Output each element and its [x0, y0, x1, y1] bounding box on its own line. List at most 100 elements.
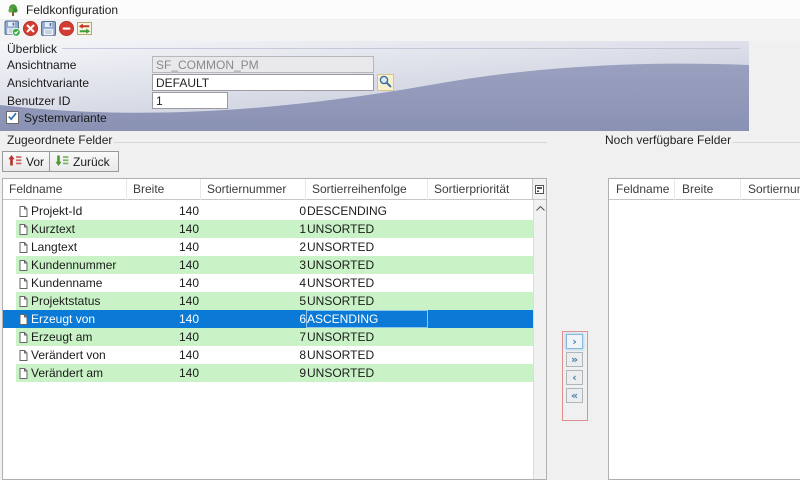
column-header[interactable]: Sortierpriorität: [428, 179, 534, 200]
overview-caption: Überblick: [7, 42, 57, 56]
cell-sortierprioritaet: [428, 364, 533, 382]
move-all-left-button[interactable]: «: [566, 388, 583, 403]
cell-sortiernummer: 0: [201, 202, 306, 220]
checkmark-icon: [7, 111, 18, 125]
feldname-text: Langtext: [31, 238, 77, 256]
assigned-table-body: Projekt-Id1400DESCENDINGKurztext1401UNSO…: [3, 202, 533, 479]
feldname-text: Erzeugt am: [31, 328, 92, 346]
move-left-button[interactable]: ‹: [566, 370, 583, 385]
cell-sortierreihenfolge: UNSORTED: [306, 328, 428, 346]
cell-sortierprioritaet: [428, 328, 533, 346]
save-button[interactable]: [39, 21, 57, 39]
table-row[interactable]: Projektstatus1405UNSORTED: [3, 292, 533, 310]
cell-sortierreihenfolge: DESCENDING: [306, 202, 428, 220]
feldname-text: Verändert von: [31, 346, 106, 364]
floppy-disk-icon: [40, 20, 57, 40]
assigned-caption: Zugeordnete Felder: [7, 133, 112, 147]
cell-sortierprioritaet: [428, 274, 533, 292]
feldname-text: Erzeugt von: [31, 310, 95, 328]
ansichtvariante-label: Ansichtvariante: [7, 76, 89, 90]
cell-sortierprioritaet: [428, 310, 533, 328]
cell-breite: 140: [127, 310, 201, 328]
column-header[interactable]: Feldname: [3, 179, 127, 200]
feldname-text: Projekt-Id: [31, 202, 82, 220]
groupbox-line: [62, 48, 740, 49]
table-row[interactable]: Verändert am1409UNSORTED: [3, 364, 533, 382]
chevron-up-icon: [536, 200, 545, 214]
move-right-button[interactable]: ›: [566, 334, 583, 349]
cell-sortiernummer: 6: [201, 310, 306, 328]
available-header: FeldnameBreiteSortiernummer: [609, 179, 800, 200]
vor-button[interactable]: Vor: [2, 151, 53, 172]
zurueck-button[interactable]: Zurück: [49, 151, 119, 172]
cell-sortiernummer: 3: [201, 256, 306, 274]
document-icon: [19, 260, 28, 271]
cell-breite: 140: [127, 238, 201, 256]
cell-sortierprioritaet: [428, 220, 533, 238]
table-row[interactable]: Kundennummer1403UNSORTED: [3, 256, 533, 274]
cell-sortiernummer: 4: [201, 274, 306, 292]
cell-sortiernummer: 5: [201, 292, 306, 310]
feldname-text: Projektstatus: [31, 292, 100, 310]
app-tree-icon: [6, 3, 20, 17]
column-header[interactable]: Feldname: [609, 179, 675, 200]
scroll-up-button[interactable]: [534, 200, 546, 214]
cell-breite: 140: [127, 202, 201, 220]
document-icon: [19, 278, 28, 289]
benutzer-id-label: Benutzer ID: [7, 94, 70, 108]
table-row[interactable]: Erzeugt am1407UNSORTED: [3, 328, 533, 346]
row-indicator: [3, 328, 16, 346]
transfer-button[interactable]: [75, 21, 93, 39]
window-title: Feldkonfiguration: [26, 3, 118, 17]
cell-sortierreihenfolge: UNSORTED: [306, 292, 428, 310]
benutzer-id-input[interactable]: [152, 92, 228, 109]
cell-feldname: Erzeugt am: [16, 328, 127, 346]
ansichtvariante-input[interactable]: [152, 74, 374, 91]
systemvariante-checkbox[interactable]: [6, 111, 19, 124]
table-row[interactable]: Kundenname1404UNSORTED: [3, 274, 533, 292]
grid-customize-button[interactable]: [532, 179, 546, 200]
column-header[interactable]: Sortiernummer: [201, 179, 306, 200]
table-row[interactable]: Verändert von1408UNSORTED: [3, 346, 533, 364]
cancel-button[interactable]: [21, 21, 39, 39]
ansichtname-input: [152, 56, 374, 73]
cell-breite: 140: [127, 346, 201, 364]
cell-feldname: Kundennummer: [16, 256, 127, 274]
cell-sortierreihenfolge: ASCENDING: [306, 310, 428, 328]
document-icon: [19, 350, 28, 361]
document-icon: [19, 368, 28, 379]
row-indicator: [3, 346, 16, 364]
groupbox-line: [733, 142, 800, 143]
grid-icon: [535, 182, 544, 197]
table-row[interactable]: Projekt-Id 1400DESCENDING: [3, 202, 533, 220]
table-row[interactable]: Erzeugt von 1406ASCENDING: [3, 310, 533, 328]
column-header[interactable]: Breite: [127, 179, 201, 200]
delete-button[interactable]: [57, 21, 75, 39]
row-indicator: [3, 364, 16, 382]
table-row[interactable]: Kurztext1401UNSORTED: [3, 220, 533, 238]
cell-feldname: Verändert am: [16, 364, 127, 382]
cell-sortiernummer: 2: [201, 238, 306, 256]
feldkonfiguration-window: Feldkonfiguration: [0, 0, 800, 480]
row-indicator: [3, 220, 16, 238]
search-button[interactable]: [377, 74, 394, 91]
red-circle-x-icon: [22, 20, 39, 40]
column-header[interactable]: Sortierreihenfolge: [306, 179, 428, 200]
column-header[interactable]: Sortiernummer: [741, 179, 800, 200]
cell-sortiernummer: 7: [201, 328, 306, 346]
document-icon: [19, 224, 28, 235]
save-accept-button[interactable]: [3, 21, 21, 39]
table-row[interactable]: Langtext 1402UNSORTED: [3, 238, 533, 256]
column-header[interactable]: Breite: [675, 179, 741, 200]
document-icon: [19, 296, 28, 307]
move-all-right-button[interactable]: »: [566, 352, 583, 367]
vor-button-label: Vor: [26, 155, 44, 169]
assigned-table: FeldnameBreiteSortiernummerSortierreihen…: [2, 178, 547, 480]
titlebar: Feldkonfiguration: [0, 0, 800, 20]
cell-sortierreihenfolge: UNSORTED: [306, 238, 428, 256]
cell-sortierprioritaet: [428, 202, 533, 220]
floppy-disk-check-icon: [4, 20, 21, 40]
vertical-scrollbar[interactable]: [533, 200, 546, 479]
document-icon: [19, 206, 28, 217]
row-indicator: [3, 256, 16, 274]
